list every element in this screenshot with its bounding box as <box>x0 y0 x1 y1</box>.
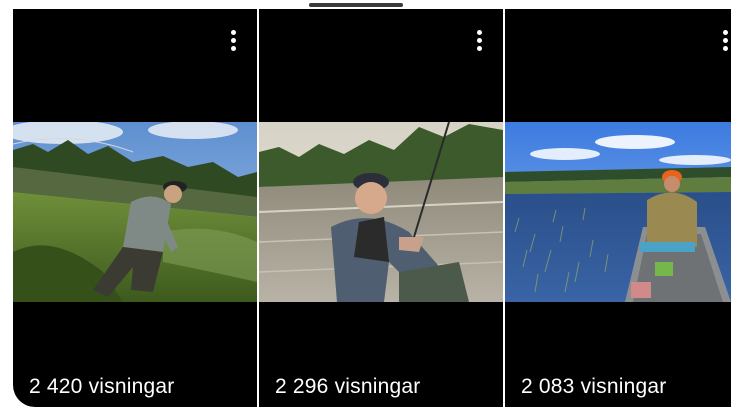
fishing-shore-thumbnail[interactable] <box>13 122 257 302</box>
view-count: 2 083 visningar <box>521 375 667 398</box>
more-vertical-icon[interactable] <box>473 29 485 55</box>
video-card[interactable]: 2 083 visningar <box>505 9 731 407</box>
view-count: 2 420 visningar <box>29 375 175 398</box>
fishing-canoe-lake-thumbnail[interactable] <box>505 122 731 302</box>
video-card[interactable]: 2 420 visningar <box>13 9 257 407</box>
view-count: 2 296 visningar <box>275 375 421 398</box>
video-card[interactable]: 2 296 visningar <box>259 9 503 407</box>
video-grid: 2 420 visningar 2 296 visningar 2 083 vi… <box>13 9 731 407</box>
sheet-grabber[interactable] <box>309 3 403 7</box>
more-vertical-icon[interactable] <box>227 29 239 55</box>
fishing-boat-rod-thumbnail[interactable] <box>259 122 503 302</box>
more-vertical-icon[interactable] <box>719 29 731 55</box>
video-grid-screen: 2 420 visningar 2 296 visningar 2 083 vi… <box>0 0 731 407</box>
